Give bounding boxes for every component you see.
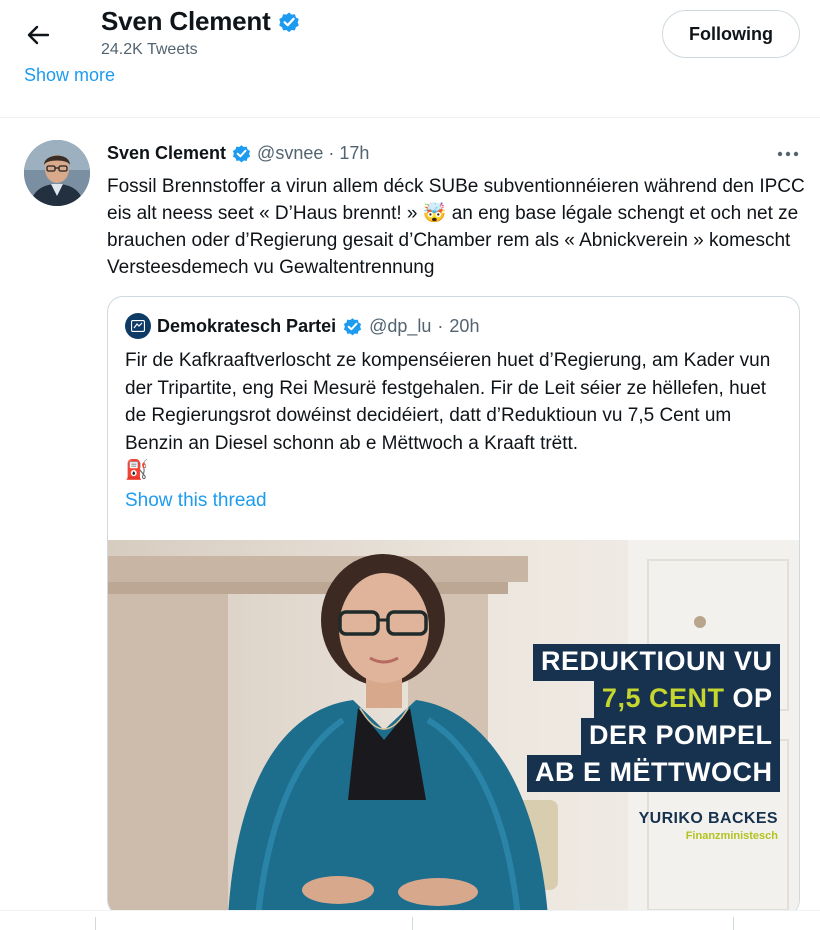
like-action-stub[interactable] [733,917,734,930]
avatar[interactable] [24,140,90,206]
quoted-timestamp: 20h [449,315,480,336]
author-photo [24,140,90,206]
profile-header: Sven Clement 24.2K Tweets Show more Foll… [0,0,820,118]
quoted-tweet[interactable]: Demokratesch Partei @dp_lu · 20h Fir de … [107,296,800,916]
overlay-accent-amount: 7,5 CENT [601,683,725,713]
fuel-pump-icon: ⛽ [125,460,149,481]
tweet-author-name[interactable]: Sven Clement [107,143,226,164]
quoted-text-body: Fir de Kafkraaftverloscht ze kompenséier… [125,350,771,454]
tweet-timestamp[interactable]: 17h [339,143,369,164]
verified-badge-icon [344,317,362,335]
quoted-tweet-header: Demokratesch Partei @dp_lu · 20h [125,313,479,339]
show-this-thread-link[interactable]: Show this thread [125,490,267,512]
header-profile-name: Sven Clement [101,6,271,36]
tweet-header: Sven Clement @svnee · 17h [107,143,369,164]
overlay-person-name: YURIKO BACKES [638,810,778,827]
quoted-media-image[interactable]: REDUKTIOUN VU 7,5 CENT OP DER POMPEL AB … [108,540,799,915]
header-name-row: Sven Clement [101,6,301,37]
tweet-author-handle[interactable]: @svnee [257,143,323,164]
following-button[interactable]: Following [662,10,800,58]
header-tweet-count: 24.2K Tweets [101,41,198,58]
quoted-author-handle: @dp_lu [369,315,432,336]
verified-badge-icon [278,12,299,32]
quoted-avatar[interactable] [125,313,151,339]
overlay-line-2-rest: OP [724,683,773,713]
overlay-person-role: Finanzministesch [685,830,778,842]
back-arrow-icon [27,25,49,45]
tweet[interactable]: Sven Clement @svnee · 17h Fossil Brennst… [0,118,820,916]
party-logo-icon [131,320,145,332]
tweet-text: Fossil Brennstoffer a virun allem déck S… [107,176,805,278]
verified-badge-icon [232,145,251,163]
more-icon [777,151,799,157]
retweet-action-stub[interactable] [412,917,413,930]
overlay-line-1: REDUKTIOUN VU [532,644,781,681]
quoted-author-name: Demokratesch Partei [157,315,337,336]
reply-action-stub[interactable] [95,917,96,930]
overlay-line-4: AB E MËTTWOCH [527,755,781,792]
quoted-tweet-text: Fir de Kafkraaftverloscht ze kompenséier… [125,347,791,485]
tweet-action-bar [0,910,820,930]
back-button[interactable] [18,18,58,52]
overlay-line-3: DER POMPEL [580,718,781,755]
overlay-headline: REDUKTIOUN VU 7,5 CENT OP DER POMPEL AB … [527,644,781,792]
show-more-link[interactable]: Show more [24,65,115,86]
quoted-separator: · [437,315,444,336]
more-options-button[interactable] [772,140,804,168]
overlay-line-2: 7,5 CENT OP [593,681,781,718]
tweet-separator: · [328,143,335,163]
